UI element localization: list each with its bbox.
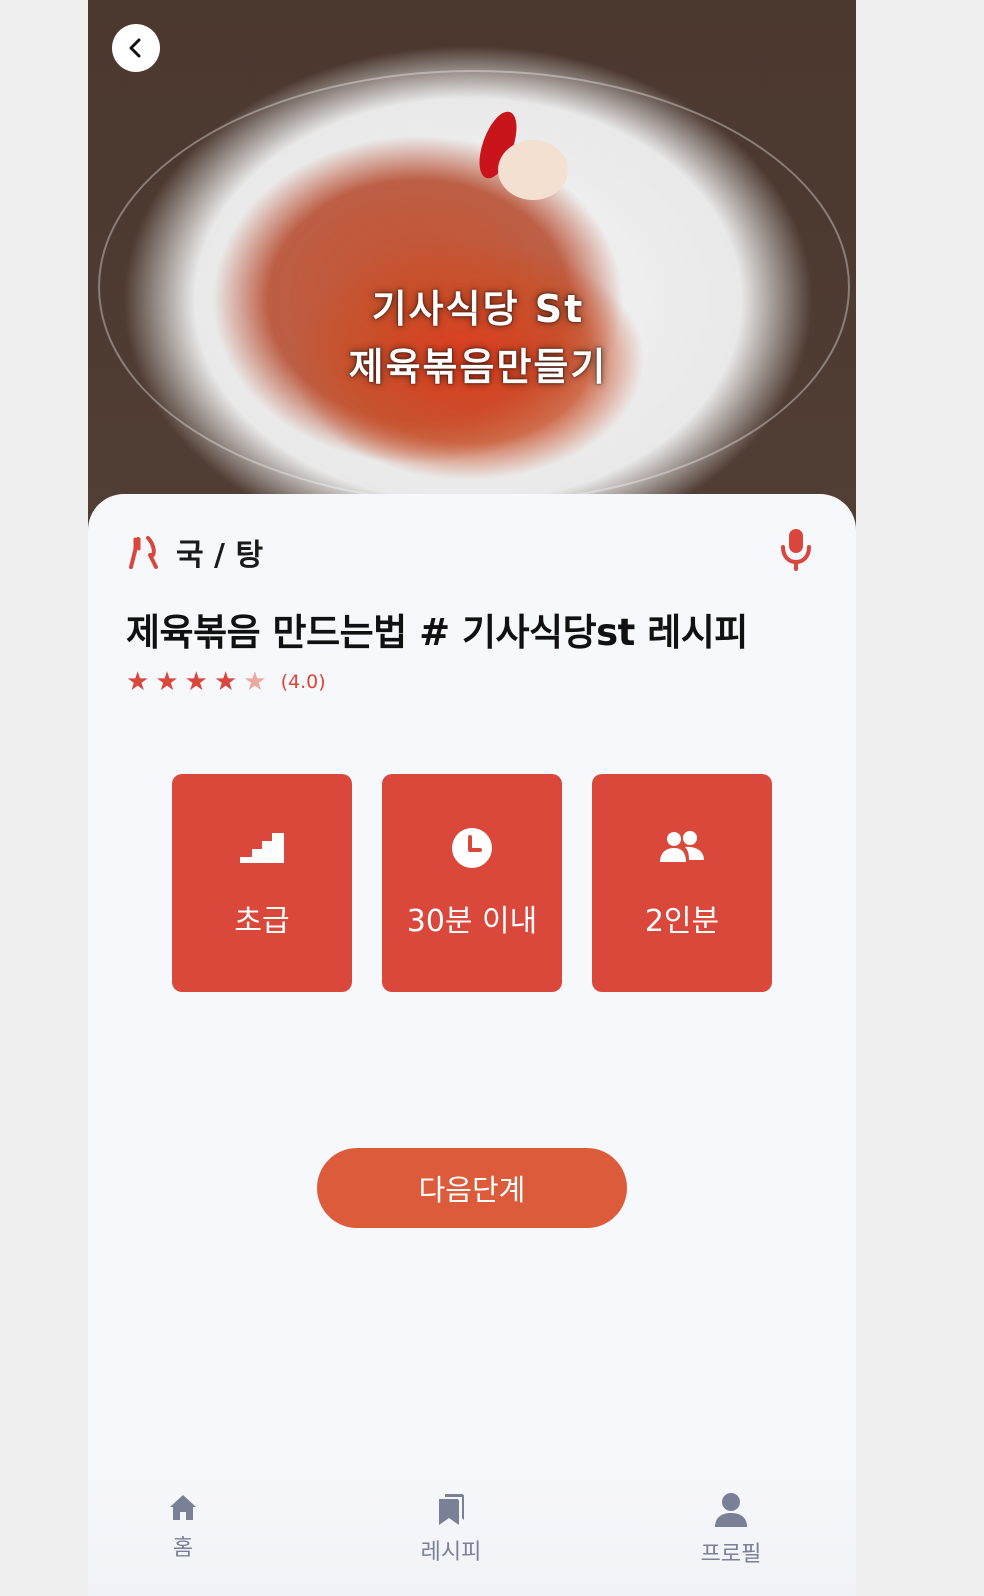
- user-icon: [715, 1493, 747, 1527]
- time-label: 30분 이내: [406, 904, 538, 939]
- voice-button[interactable]: [774, 524, 818, 574]
- nav-label-home: 홈: [172, 1536, 194, 1561]
- recipe-detail-screen: 기사식당 St 제육볶음만들기 국 / 탕 제육볶음 만드는법 # 기사식당st…: [88, 0, 856, 1596]
- servings-label: 2인분: [644, 904, 720, 939]
- home-icon: [170, 1495, 196, 1520]
- time-card: 30분 이내: [382, 774, 562, 992]
- chevron-left-icon: [129, 38, 141, 58]
- star-empty-icon: ★: [243, 667, 267, 697]
- back-button[interactable]: [112, 24, 160, 72]
- category-label: 국 / 탕: [176, 538, 264, 573]
- nav-item-recipe[interactable]: 레시피: [418, 1492, 484, 1566]
- hero-caption-line2: 제육볶음만들기: [348, 345, 608, 389]
- recipe-info-sheet: 국 / 탕 제육볶음 만드는법 # 기사식당st 레시피 ★ ★ ★ ★ ★ (…: [88, 494, 856, 1596]
- hero-caption-line1: 기사식당 St: [371, 287, 585, 331]
- microphone-icon: [781, 529, 811, 571]
- star-filled-icon: ★: [126, 667, 150, 697]
- star-filled-icon: ★: [213, 667, 238, 697]
- star-filled-icon: ★: [184, 667, 208, 697]
- recipe-title: 제육볶음 만드는법 # 기사식당st 레시피: [126, 611, 748, 654]
- bookmark-icon: [439, 1494, 464, 1525]
- next-step-button[interactable]: 다음단계: [317, 1148, 627, 1228]
- people-icon: [660, 831, 704, 862]
- nav-item-profile[interactable]: 프로필: [696, 1492, 766, 1568]
- nav-label-recipe: 레시피: [420, 1540, 482, 1565]
- squid-detail: [498, 140, 568, 200]
- hero-caption: 기사식당 St 제육볶음만들기: [288, 280, 668, 396]
- nav-item-home[interactable]: 홈: [163, 1492, 203, 1562]
- clock-icon: [452, 828, 492, 868]
- difficulty-label: 초급: [234, 904, 290, 939]
- recipe-info-cards: 초급 30분 이내 2인분: [172, 774, 772, 992]
- rating-value: (4.0): [280, 671, 326, 693]
- recipe-hero-image: 기사식당 St 제육볶음만들기: [88, 0, 856, 530]
- rating: ★ ★ ★ ★ ★ (4.0): [126, 668, 326, 696]
- nav-label-profile: 프로필: [700, 1542, 762, 1567]
- bottom-navigation: 홈 레시피 프로필: [88, 1468, 856, 1596]
- fork-knife-icon: [129, 536, 158, 569]
- stairs-icon: [240, 833, 284, 863]
- star-filled-icon: ★: [155, 667, 179, 697]
- category-row: 국 / 탕: [126, 530, 263, 574]
- difficulty-card: 초급: [172, 774, 352, 992]
- servings-card: 2인분: [592, 774, 772, 992]
- chili-pepper-detail: [471, 106, 525, 184]
